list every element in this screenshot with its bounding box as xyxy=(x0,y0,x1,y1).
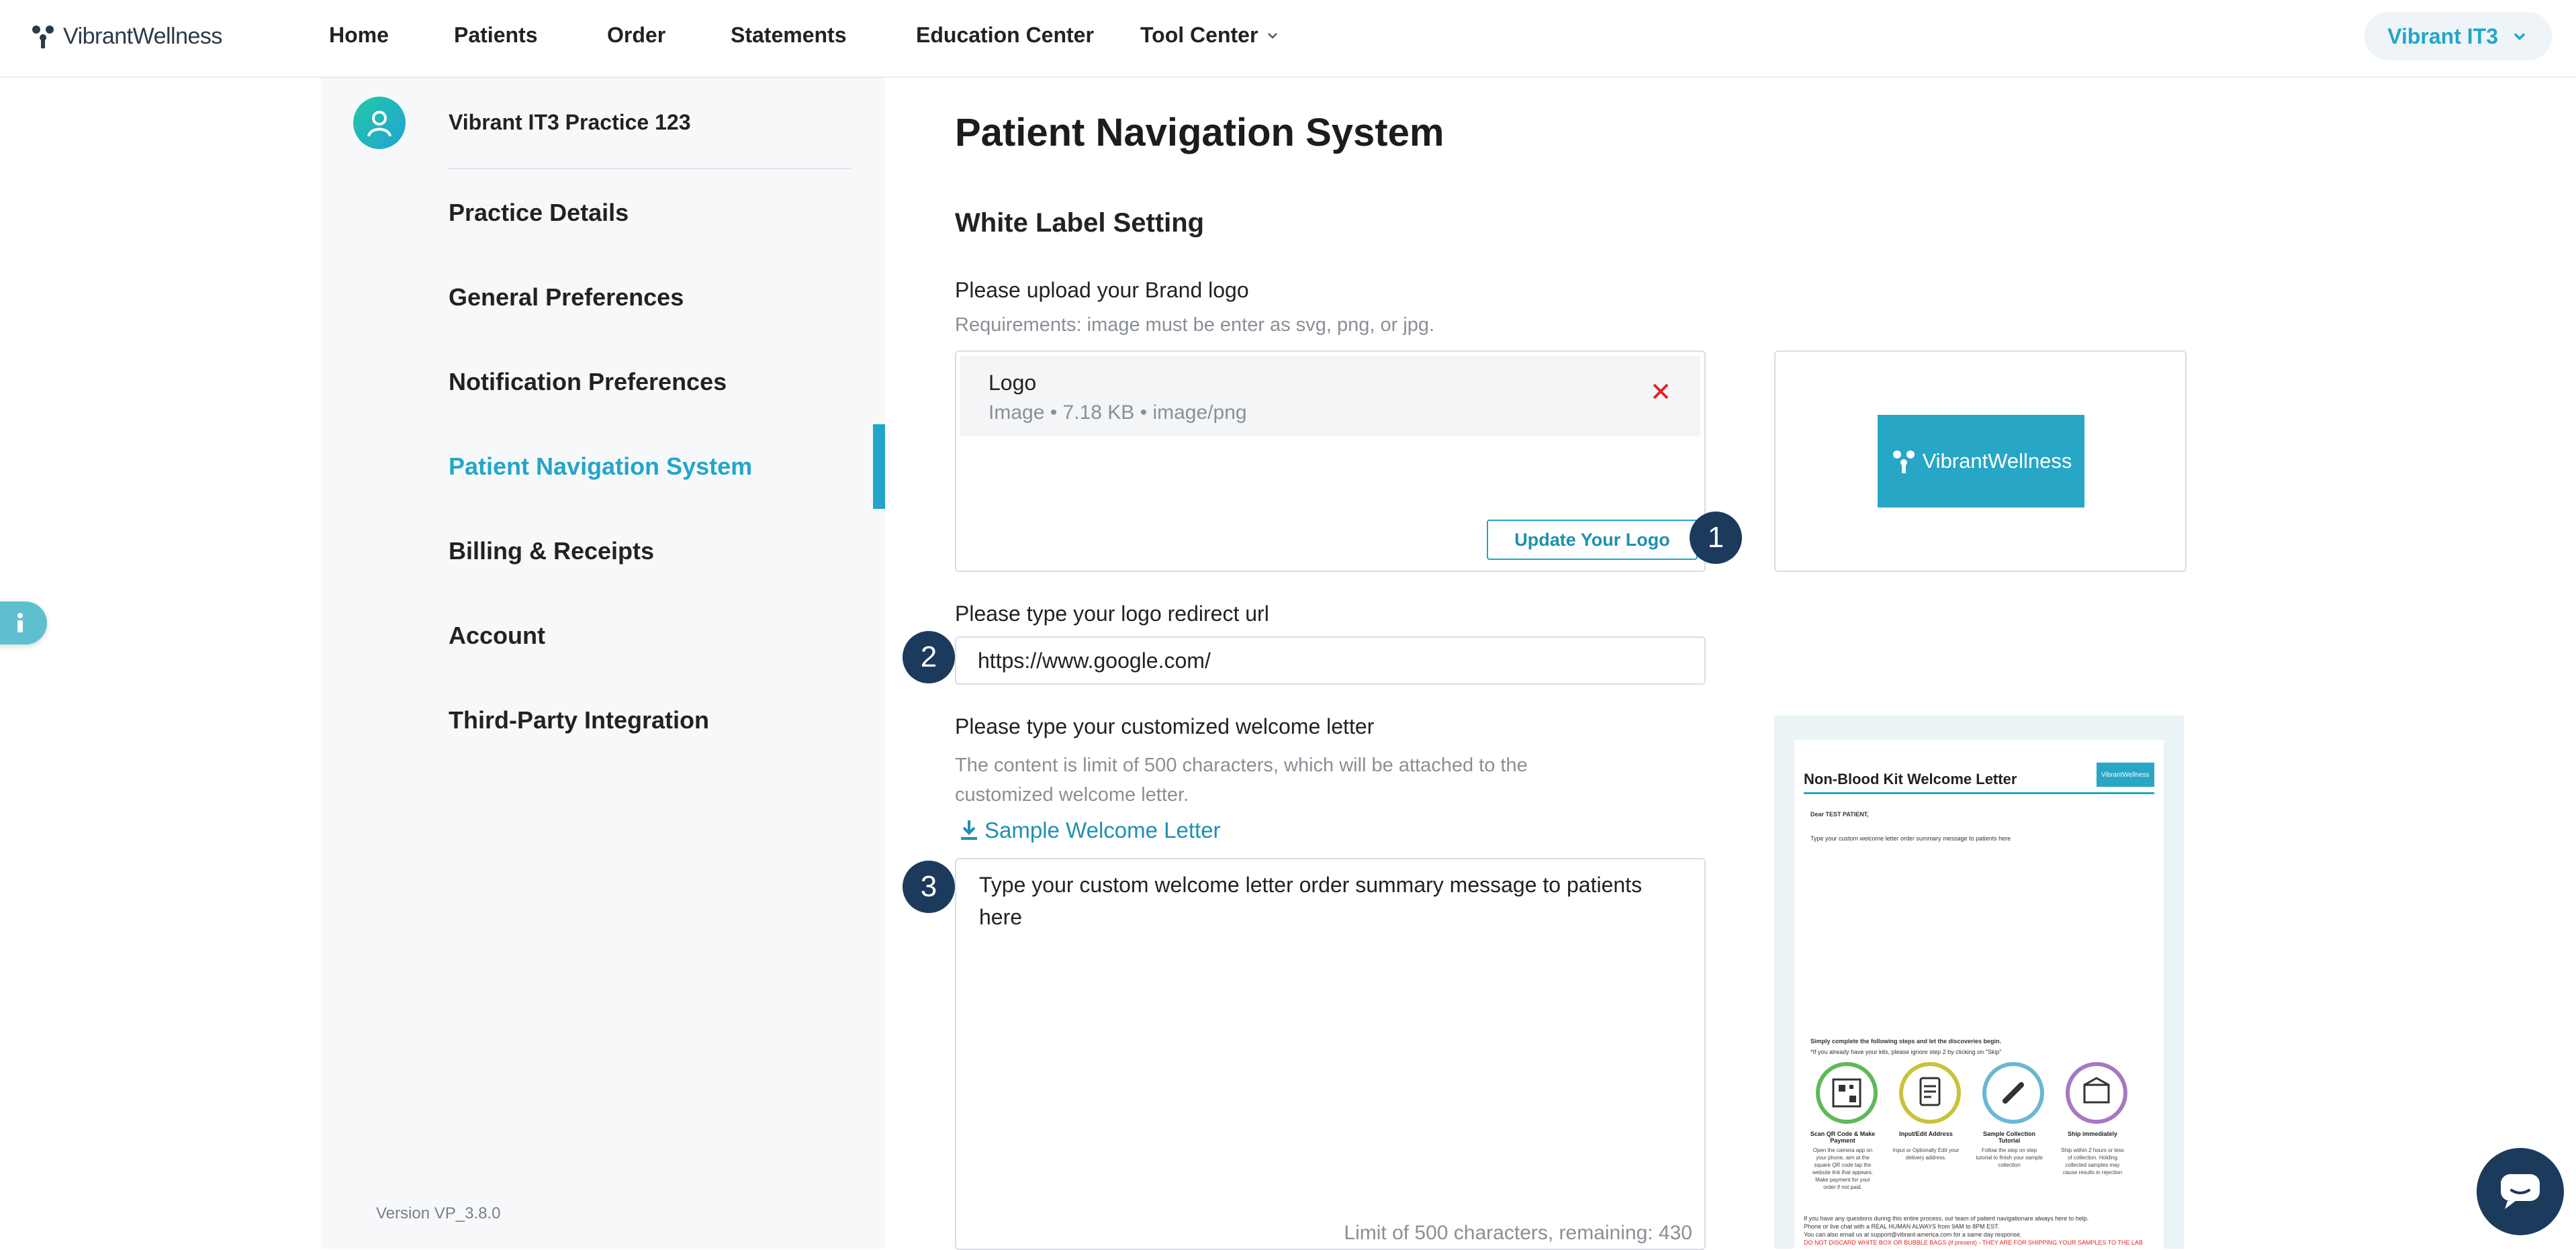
redirect-url-value: https://www.google.com/ xyxy=(978,648,1211,673)
welcome-letter-textarea[interactable]: Type your custom welcome letter order su… xyxy=(955,858,1706,1250)
sidebar-item-practice-details[interactable]: Practice Details xyxy=(449,199,629,227)
sidebar-item-third-party-integration[interactable]: Third-Party Integration xyxy=(449,706,709,734)
practice-profile xyxy=(353,97,406,149)
uploaded-file-row: Logo Image • 7.18 KB • image/png xyxy=(960,356,1700,436)
step-title: Sample Collection Tutorial xyxy=(1982,1131,2036,1144)
page-title: Patient Navigation System xyxy=(955,111,1444,154)
chevron-down-icon xyxy=(2514,33,2526,40)
active-indicator xyxy=(873,424,885,509)
sample-welcome-letter-link[interactable]: Sample Welcome Letter xyxy=(959,818,1221,843)
info-icon xyxy=(17,613,23,632)
chat-button[interactable] xyxy=(2477,1148,2564,1235)
welcome-letter-label: Please type your customized welcome lett… xyxy=(955,714,1375,738)
nav-education-center[interactable]: Education Center xyxy=(916,23,1094,48)
step-title: Input/Edit Address xyxy=(1899,1131,1953,1137)
update-logo-button[interactable]: Update Your Logo xyxy=(1487,520,1698,560)
letter-footer-line: If you have any questions during this en… xyxy=(1804,1215,2089,1222)
close-icon xyxy=(1653,383,1669,399)
settings-sidebar xyxy=(321,78,885,1249)
logo-preview-text: VibrantWellness xyxy=(1922,449,2072,473)
letter-footer-warning: DO NOT DISCARD WHITE BOX OR BUBBLE BAGS … xyxy=(1804,1239,2143,1246)
step-title: Scan QR Code & Make Payment xyxy=(1810,1131,1876,1144)
file-name: Logo xyxy=(988,371,1037,395)
nav-statements[interactable]: Statements xyxy=(731,23,847,48)
brand-name: VibrantWellness xyxy=(63,23,222,49)
sidebar-divider xyxy=(449,168,852,169)
welcome-letter-hint: The content is limit of 500 characters, … xyxy=(955,755,1528,806)
nav-tool-center[interactable]: Tool Center xyxy=(1140,23,1281,48)
nav-tool-center-label: Tool Center xyxy=(1140,23,1258,47)
step-badge-3: 3 xyxy=(903,861,955,913)
vibrant-logo-icon xyxy=(1892,450,1915,473)
step-text: Input or Optionally Edit your delivery a… xyxy=(1892,1147,1960,1161)
sidebar-item-notification-preferences[interactable]: Notification Preferences xyxy=(449,368,727,396)
letter-greeting: Dear TEST PATIENT, xyxy=(1810,811,1869,818)
info-tab[interactable] xyxy=(0,602,47,644)
avatar xyxy=(353,97,406,149)
letter-title: Non-Blood Kit Welcome Letter xyxy=(1804,771,2017,787)
download-icon xyxy=(961,820,977,840)
qr-code-icon xyxy=(1816,1062,1878,1124)
letter-paper: Non-Blood Kit Welcome Letter VibrantWell… xyxy=(1794,740,2164,1249)
step-text: Open the camera app on your phone, aim a… xyxy=(1812,1147,1874,1190)
sidebar-item-general-preferences[interactable]: General Preferences xyxy=(449,283,684,311)
remove-file-button[interactable] xyxy=(1651,381,1671,405)
step-text: Follow the step on step tutorial to fini… xyxy=(1976,1147,2043,1168)
letter-body: Type your custom welcome letter order su… xyxy=(1810,835,2011,842)
logo-upload-hint: Requirements: image must be enter as svg… xyxy=(955,314,1435,336)
file-meta: Image • 7.18 KB • image/png xyxy=(988,401,1247,424)
welcome-letter-preview: Non-Blood Kit Welcome Letter VibrantWell… xyxy=(1774,716,2184,1249)
chat-icon xyxy=(2501,1174,2540,1209)
redirect-url-input[interactable]: https://www.google.com/ xyxy=(955,636,1706,685)
letter-footer-line: You can also email us at support@vibrant… xyxy=(1804,1231,2022,1238)
sample-link-label: Sample Welcome Letter xyxy=(984,818,1221,843)
letter-logo: VibrantWellness xyxy=(2097,763,2154,787)
step-text: Ship within 2 hours or less of collectio… xyxy=(2061,1147,2124,1175)
steps-note: *If you already have your kits, please i… xyxy=(1810,1049,2002,1055)
user-icon xyxy=(367,111,392,137)
letter-title-rule xyxy=(1804,792,2154,794)
practice-name: Vibrant IT3 Practice 123 xyxy=(449,110,691,134)
nav-order[interactable]: Order xyxy=(607,23,665,48)
shipping-icon xyxy=(2066,1062,2127,1124)
step-title: Ship immediately xyxy=(2067,1131,2118,1137)
nav-patients[interactable]: Patients xyxy=(454,23,537,48)
sidebar-item-account[interactable]: Account xyxy=(449,622,545,650)
step-badge-1: 1 xyxy=(1690,512,1742,564)
steps-intro: Simply complete the following steps and … xyxy=(1810,1038,2002,1045)
letter-footer-line: Phone or live chat with a REAL HUMAN ALW… xyxy=(1804,1223,2000,1230)
address-icon xyxy=(1899,1062,1961,1124)
sidebar-item-billing-receipts[interactable]: Billing & Receipts xyxy=(449,537,654,565)
top-navbar: VibrantWellness Home Patients Order Stat… xyxy=(0,0,2576,78)
brand-logo[interactable]: VibrantWellness xyxy=(30,23,222,50)
url-label: Please type your logo redirect url xyxy=(955,602,1269,626)
step-badge-2: 2 xyxy=(903,631,955,683)
vibrant-logo-icon xyxy=(32,26,54,48)
user-name: Vibrant IT3 xyxy=(2387,23,2498,48)
logo-upload-label: Please upload your Brand logo xyxy=(955,278,1249,302)
nav-home[interactable]: Home xyxy=(329,23,389,48)
character-counter: Limit of 500 characters, remaining: 430 xyxy=(1344,1222,1692,1244)
welcome-letter-value: Type your custom welcome letter order su… xyxy=(979,873,1643,929)
logo-preview-image: VibrantWellness xyxy=(1878,415,2084,508)
version-label: Version VP_3.8.0 xyxy=(376,1204,501,1222)
section-title: White Label Setting xyxy=(955,208,1205,238)
user-menu[interactable]: Vibrant IT3 xyxy=(2364,12,2552,60)
chevron-down-icon xyxy=(1268,32,1278,39)
sample-collection-icon xyxy=(1982,1062,2044,1124)
logo-preview: VibrantWellness xyxy=(1774,350,2187,572)
sidebar-item-patient-navigation-system[interactable]: Patient Navigation System xyxy=(449,452,752,481)
